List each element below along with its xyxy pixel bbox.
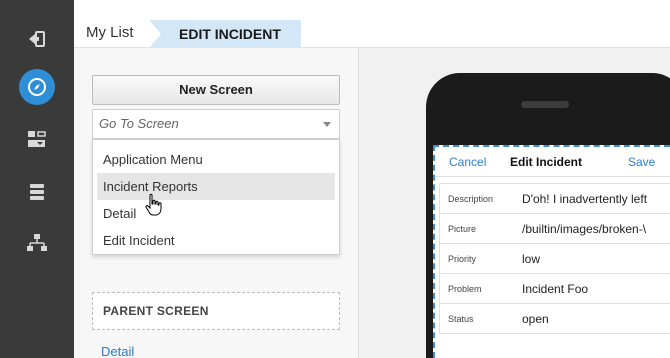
menu-item-detail[interactable]: Detail xyxy=(97,200,335,227)
form-label: Status xyxy=(448,314,474,324)
form-label: Description xyxy=(448,194,494,204)
breadcrumb-current: EDIT INCIDENT xyxy=(149,20,301,48)
device-save-button[interactable]: Save xyxy=(628,155,655,169)
form-row-picture[interactable]: Picture /builtin/images/broken-\ xyxy=(439,213,670,244)
form-label: Problem xyxy=(448,284,482,294)
parent-screen-link[interactable]: Detail xyxy=(101,344,134,358)
menu-item-incident-reports[interactable]: Incident Reports xyxy=(97,173,335,200)
parent-screen-heading: PARENT SCREEN xyxy=(92,292,340,330)
breadcrumb-home[interactable]: My List xyxy=(86,24,134,42)
go-to-screen-select[interactable]: Go To Screen xyxy=(92,109,340,139)
device-form: Description D'oh! I inadvertently left P… xyxy=(439,183,670,334)
form-value: Incident Foo xyxy=(522,282,589,296)
form-value: D'oh! I inadvertently left xyxy=(522,192,648,206)
hierarchy-button[interactable] xyxy=(0,221,74,265)
go-to-screen-placeholder: Go To Screen xyxy=(99,116,179,131)
screens-icon xyxy=(28,131,46,147)
device-cancel-button[interactable]: Cancel xyxy=(449,155,486,169)
screen-dropdown-menu: Application Menu Incident Reports Detail… xyxy=(92,139,340,255)
form-value: open xyxy=(522,312,549,326)
designer-button[interactable] xyxy=(0,65,74,109)
hand-pointer-icon xyxy=(145,193,162,216)
screens-button[interactable] xyxy=(0,117,74,161)
device-screen-title: Edit Incident xyxy=(510,155,582,169)
device-screen[interactable]: Cancel Edit Incident Save Description D'… xyxy=(433,145,670,358)
menu-item-application-menu[interactable]: Application Menu xyxy=(97,146,335,173)
database-icon xyxy=(30,184,44,200)
form-label: Priority xyxy=(448,254,477,264)
compass-icon xyxy=(19,69,55,105)
device-nav-bar: Cancel Edit Incident Save xyxy=(435,147,670,177)
form-value: /builtin/images/broken-\ xyxy=(522,222,647,236)
screen-panel: New Screen Go To Screen Application Menu… xyxy=(74,48,358,358)
form-row-priority[interactable]: Priority low xyxy=(439,243,670,274)
form-value: low xyxy=(522,252,541,266)
new-screen-button[interactable]: New Screen xyxy=(92,75,340,105)
exit-button[interactable] xyxy=(0,17,74,61)
form-label: Picture xyxy=(448,224,477,234)
top-bar: My List EDIT INCIDENT xyxy=(74,0,670,48)
data-sources-button[interactable] xyxy=(0,170,74,214)
icon-rail xyxy=(0,0,74,358)
form-row-description[interactable]: Description D'oh! I inadvertently left xyxy=(439,183,670,214)
form-row-problem[interactable]: Problem Incident Foo xyxy=(439,273,670,304)
exit-icon xyxy=(29,31,45,47)
form-row-status[interactable]: Status open xyxy=(439,303,670,334)
phone-speaker xyxy=(521,101,569,108)
hierarchy-icon xyxy=(27,234,47,251)
menu-item-edit-incident[interactable]: Edit Incident xyxy=(97,227,335,254)
caret-down-icon xyxy=(323,122,331,127)
